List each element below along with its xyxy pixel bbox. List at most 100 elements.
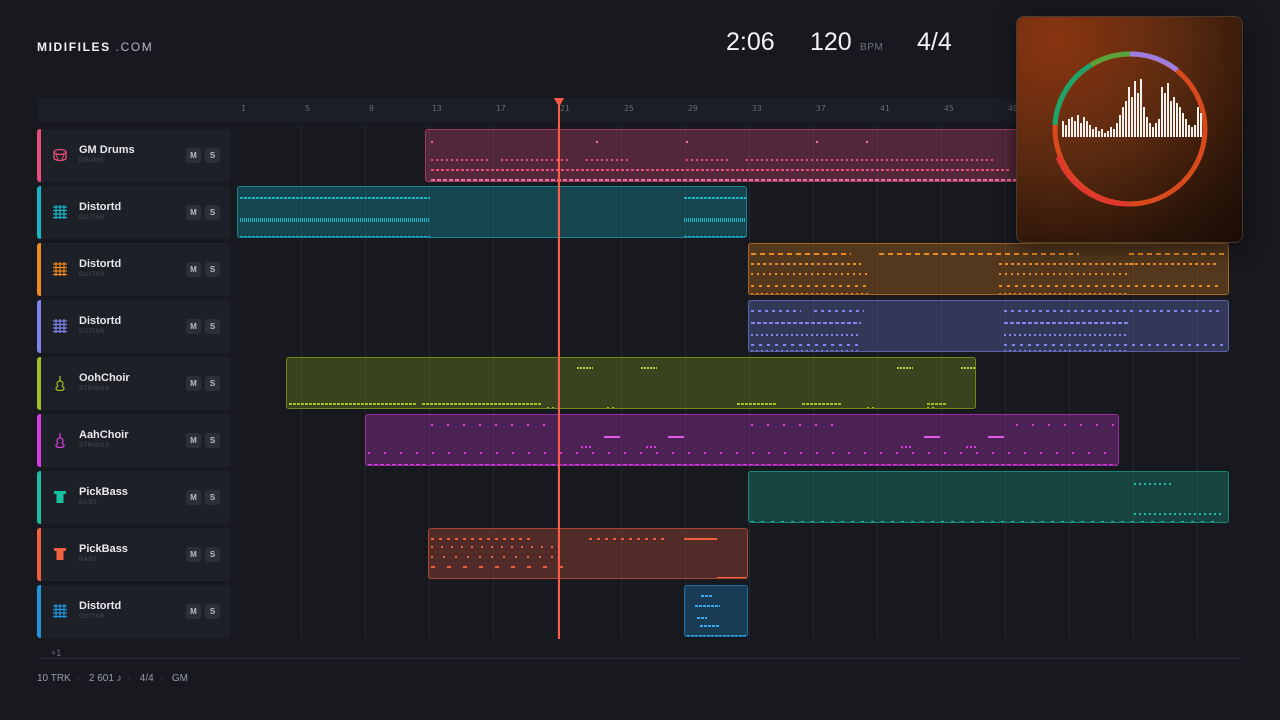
bass-icon bbox=[52, 489, 68, 505]
track-color-strip bbox=[37, 585, 41, 638]
track-header-gm-drums[interactable]: GM Drums DRUMS M S bbox=[37, 129, 231, 182]
track-header-distortd-2[interactable]: Distortd GUITAR M S bbox=[37, 243, 231, 296]
track-color-strip bbox=[37, 186, 41, 239]
note-pattern bbox=[751, 253, 1224, 294]
time-signature: 4/4 bbox=[917, 28, 952, 56]
track-name: PickBass bbox=[79, 486, 128, 498]
ruler-tick: 17 bbox=[496, 104, 506, 113]
solo-button[interactable]: S bbox=[205, 547, 220, 562]
track-category: GUITAR bbox=[79, 215, 105, 221]
track-category: GUITAR bbox=[79, 329, 105, 335]
ruler-tick: 9 bbox=[369, 104, 374, 113]
footer-time-signature: 4/4 bbox=[139, 673, 154, 684]
track-header-pickbass-1[interactable]: PickBass BASS M S bbox=[37, 471, 231, 524]
solo-button[interactable]: S bbox=[205, 604, 220, 619]
separator-dot: · bbox=[127, 673, 132, 684]
playhead-handle[interactable] bbox=[554, 98, 564, 107]
track-category: STRINGS bbox=[79, 386, 110, 392]
track-category: GUITAR bbox=[79, 614, 105, 620]
midi-clip-oohchoir[interactable] bbox=[286, 357, 976, 409]
solo-button[interactable]: S bbox=[205, 262, 220, 277]
tempo-readout: 120 bbox=[810, 28, 852, 56]
track-name: Distortd bbox=[79, 258, 122, 270]
midi-clip-distortd-3[interactable] bbox=[748, 300, 1229, 352]
track-category: BASS bbox=[79, 500, 98, 506]
track-name: Distortd bbox=[79, 315, 122, 327]
midi-clip-distortd-4[interactable] bbox=[684, 585, 748, 637]
guitar-grid-icon bbox=[52, 204, 68, 220]
playhead[interactable] bbox=[554, 98, 564, 639]
mute-button[interactable]: M bbox=[186, 376, 201, 391]
note-pattern bbox=[289, 367, 975, 408]
footer-divider bbox=[37, 658, 1243, 659]
track-name: Distortd bbox=[79, 600, 122, 612]
ruler-tick: 25 bbox=[624, 104, 634, 113]
track-header-distortd-1[interactable]: Distortd GUITAR M S bbox=[37, 186, 231, 239]
track-name: PickBass bbox=[79, 543, 128, 555]
mute-button[interactable]: M bbox=[186, 205, 201, 220]
mute-button[interactable]: M bbox=[186, 490, 201, 505]
note-pattern bbox=[431, 538, 747, 578]
ruler-tick: 13 bbox=[432, 104, 442, 113]
album-art-visualizer bbox=[1016, 16, 1243, 243]
solo-button[interactable]: S bbox=[205, 376, 220, 391]
track-category: BASS bbox=[79, 557, 98, 563]
mute-button[interactable]: M bbox=[186, 604, 201, 619]
track-header-distortd-4[interactable]: Distortd GUITAR M S bbox=[37, 585, 231, 638]
track-color-strip bbox=[37, 243, 41, 296]
note-pattern bbox=[751, 310, 1224, 351]
ruler-tick: 45 bbox=[944, 104, 954, 113]
track-header-distortd-3[interactable]: Distortd GUITAR M S bbox=[37, 300, 231, 353]
note-pattern bbox=[431, 141, 1021, 181]
track-color-strip bbox=[37, 528, 41, 581]
guitar-grid-icon bbox=[52, 603, 68, 619]
bass-icon bbox=[52, 546, 68, 562]
track-header-pickbass-2[interactable]: PickBass BASS M S bbox=[37, 528, 231, 581]
track-color-strip bbox=[37, 357, 41, 410]
midi-clip-distortd-2[interactable] bbox=[748, 243, 1229, 295]
brand-logo: MIDIFILES .COM bbox=[37, 40, 153, 54]
mute-button[interactable]: M bbox=[186, 433, 201, 448]
solo-button[interactable]: S bbox=[205, 319, 220, 334]
note-pattern bbox=[368, 424, 1118, 465]
track-name: GM Drums bbox=[79, 144, 135, 156]
track-color-strip bbox=[37, 129, 41, 182]
midi-clip-gm-drums[interactable] bbox=[425, 129, 1025, 182]
more-tracks-indicator[interactable]: +1 bbox=[51, 648, 61, 658]
midi-clip-aahchoir[interactable] bbox=[365, 414, 1119, 466]
note-pattern bbox=[687, 595, 747, 636]
brand-suffix: .COM bbox=[115, 40, 154, 54]
track-header-oohchoir[interactable]: OohChoir STRINGS M S bbox=[37, 357, 231, 410]
track-category: DRUMS bbox=[79, 158, 104, 164]
track-name: OohChoir bbox=[79, 372, 130, 384]
time-readout: 2:06 bbox=[726, 28, 775, 56]
solo-button[interactable]: S bbox=[205, 490, 220, 505]
note-pattern bbox=[240, 197, 746, 237]
midi-clip-pickbass-1[interactable] bbox=[748, 471, 1229, 523]
brand-name: MIDIFILES bbox=[37, 40, 111, 54]
midi-clip-pickbass-2[interactable] bbox=[428, 528, 748, 579]
track-color-strip bbox=[37, 414, 41, 467]
mute-button[interactable]: M bbox=[186, 262, 201, 277]
guitar-grid-icon bbox=[52, 261, 68, 277]
violin-icon bbox=[52, 432, 68, 449]
ruler-tick: 5 bbox=[305, 104, 310, 113]
solo-button[interactable]: S bbox=[205, 433, 220, 448]
track-name: Distortd bbox=[79, 201, 122, 213]
track-category: GUITAR bbox=[79, 272, 105, 278]
note-pattern bbox=[751, 483, 1224, 522]
mute-button[interactable]: M bbox=[186, 547, 201, 562]
track-color-strip bbox=[37, 471, 41, 524]
track-category: STRINGS bbox=[79, 443, 110, 449]
midi-clip-distortd-1[interactable] bbox=[237, 186, 747, 238]
grid-line bbox=[1005, 124, 1006, 639]
mute-button[interactable]: M bbox=[186, 319, 201, 334]
separator-dot: · bbox=[159, 673, 164, 684]
status-footer: 10 TRK · 2 601 ♪ · 4/4 · GM bbox=[37, 673, 194, 684]
solo-button[interactable]: S bbox=[205, 148, 220, 163]
mute-button[interactable]: M bbox=[186, 148, 201, 163]
solo-button[interactable]: S bbox=[205, 205, 220, 220]
track-color-strip bbox=[37, 300, 41, 353]
track-header-aahchoir[interactable]: AahChoir STRINGS M S bbox=[37, 414, 231, 467]
violin-icon bbox=[52, 375, 68, 392]
